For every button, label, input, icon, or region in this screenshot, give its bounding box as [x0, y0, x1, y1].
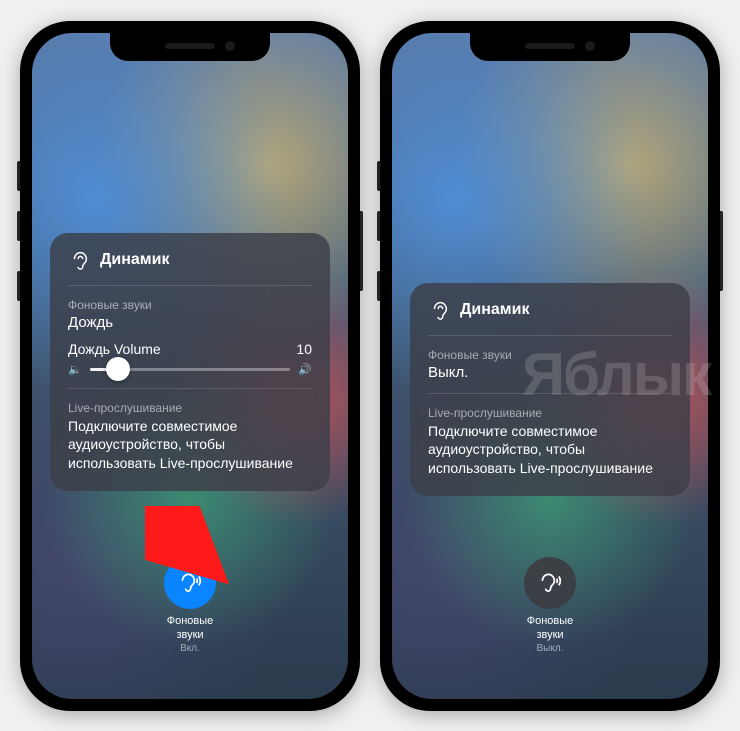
card-title: Динамик	[100, 251, 169, 269]
bg-label: Фоновые звуки	[428, 348, 672, 362]
live-listen-section: Live-прослушивание Подключите совместимо…	[428, 393, 672, 481]
background-sounds-section[interactable]: Фоновые звуки Выкл.	[428, 335, 672, 393]
background-sounds-button[interactable]: Фоновые звуки Выкл.	[524, 557, 576, 654]
live-label: Live-прослушивание	[428, 406, 672, 420]
volume-value: 10	[296, 341, 312, 357]
bg-label: Фоновые звуки	[68, 298, 312, 312]
bg-value: Дождь	[68, 314, 312, 331]
button-state: Вкл.	[167, 643, 214, 654]
live-text: Подключите совместимое аудиоустройство, …	[68, 417, 312, 474]
card-header[interactable]: Динамик	[428, 299, 672, 335]
slider-thumb[interactable]	[106, 357, 130, 381]
button-circle[interactable]	[524, 557, 576, 609]
screen: Динамик Фоновые звуки Выкл. Live-прослуш…	[392, 33, 708, 699]
speaker-low-icon: 🔈	[68, 363, 82, 376]
volume-slider[interactable]: 🔈 🔊	[68, 363, 312, 376]
button-label: Фоновые звуки	[167, 615, 214, 643]
button-label: Фоновые звуки	[527, 615, 574, 643]
button-state: Выкл.	[527, 643, 574, 654]
ear-waves-icon	[537, 570, 563, 596]
notch	[470, 33, 630, 61]
ear-icon	[428, 299, 450, 321]
phone-right: Динамик Фоновые звуки Выкл. Live-прослуш…	[380, 21, 720, 711]
live-listen-section: Live-прослушивание Подключите совместимо…	[68, 388, 312, 476]
speaker-high-icon: 🔊	[298, 363, 312, 376]
live-text: Подключите совместимое аудиоустройство, …	[428, 422, 672, 479]
ear-waves-icon	[177, 570, 203, 596]
slider-track[interactable]	[90, 368, 291, 371]
hearing-card: Динамик Фоновые звуки Выкл. Live-прослуш…	[410, 283, 690, 497]
card-header[interactable]: Динамик	[68, 249, 312, 285]
background-sounds-section[interactable]: Фоновые звуки Дождь Дождь Volume 10 🔈 🔊	[68, 285, 312, 388]
notch	[110, 33, 270, 61]
bg-value: Выкл.	[428, 364, 672, 381]
phone-left: Динамик Фоновые звуки Дождь Дождь Volume…	[20, 21, 360, 711]
card-title: Динамик	[460, 301, 529, 319]
background-sounds-button[interactable]: Фоновые звуки Вкл.	[164, 557, 216, 654]
hearing-card: Динамик Фоновые звуки Дождь Дождь Volume…	[50, 233, 330, 492]
ear-icon	[68, 249, 90, 271]
volume-label: Дождь Volume	[68, 341, 161, 357]
button-circle[interactable]	[164, 557, 216, 609]
screen: Динамик Фоновые звуки Дождь Дождь Volume…	[32, 33, 348, 699]
live-label: Live-прослушивание	[68, 401, 312, 415]
